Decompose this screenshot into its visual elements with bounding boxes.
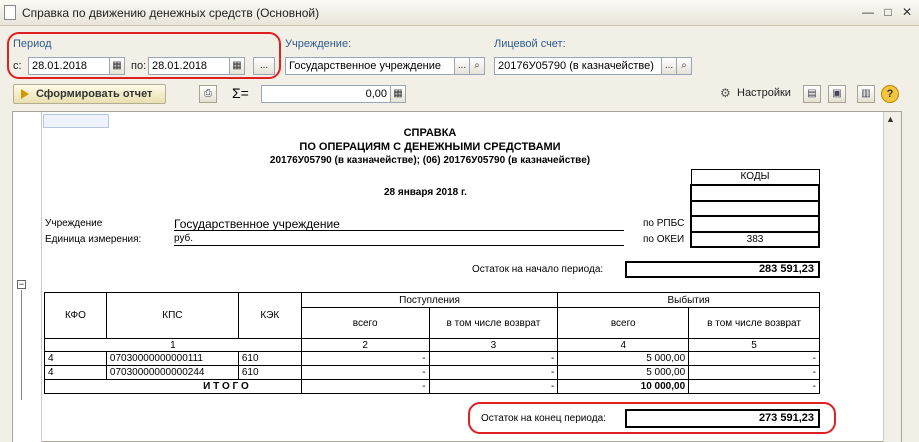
- rpbs-code-cell: [690, 214, 820, 233]
- search-icon[interactable]: ⌕: [469, 57, 485, 75]
- total-income-return: -: [428, 379, 559, 394]
- group-gutter: [13, 112, 42, 442]
- institution-field[interactable]: Государственное учреждение: [285, 57, 455, 75]
- date-from-field[interactable]: 28.01.2018: [28, 57, 110, 75]
- play-icon: [21, 89, 29, 99]
- start-balance-label: Остаток на начало периода:: [472, 264, 604, 275]
- header-kek: КЭК: [237, 292, 302, 339]
- search-icon[interactable]: ⌕: [676, 57, 692, 75]
- scroll-up-icon[interactable]: ▲: [886, 114, 895, 124]
- institution-select-button[interactable]: ...: [454, 57, 470, 75]
- group-line: [21, 290, 22, 400]
- cell-income-total: -: [300, 351, 430, 366]
- minimize-icon[interactable]: —: [860, 4, 876, 20]
- unit-caption: Единица измерения:: [45, 234, 142, 245]
- okei-code-cell: 383: [690, 230, 820, 248]
- column-number: 5: [688, 338, 820, 352]
- unit-value: руб.: [174, 233, 624, 246]
- cell-kps: 07030000000000244: [105, 365, 239, 380]
- cell-outgo-return: -: [688, 365, 820, 380]
- document-icon: [4, 5, 16, 20]
- end-balance-value: 273 591,23: [625, 409, 820, 428]
- account-field[interactable]: 20176У05790 (в казначействе): [494, 57, 662, 75]
- okei-caption: по ОКЕИ: [643, 234, 685, 245]
- table-row: 4 07030000000000111 610 - - 5 000,00 -: [44, 351, 820, 366]
- calendar-icon[interactable]: ▦: [109, 57, 125, 75]
- total-outgo-return: -: [688, 379, 820, 394]
- codes-header: КОДЫ: [690, 169, 820, 185]
- cell-kek: 610: [237, 351, 302, 366]
- column-number: 3: [428, 338, 559, 352]
- operations-table: КФО КПС КЭК Поступления Выбытия всего в …: [44, 292, 820, 394]
- maximize-icon[interactable]: □: [880, 4, 896, 20]
- help-icon[interactable]: ?: [881, 85, 899, 103]
- codes-cell: [690, 183, 820, 202]
- settings-icon[interactable]: ⚙: [720, 86, 731, 100]
- report-date: 28 января 2018 г.: [384, 187, 467, 198]
- calendar-icon[interactable]: ▦: [229, 57, 245, 75]
- column-number: 1: [44, 338, 302, 352]
- table-row: 4 07030000000000244 610 - - 5 000,00 -: [44, 365, 820, 380]
- column-number: 2: [300, 338, 430, 352]
- sum-field[interactable]: 0,00: [261, 85, 391, 103]
- generate-report-label: Сформировать отчет: [36, 88, 153, 100]
- cell-kfo: 4: [44, 365, 107, 380]
- institution-caption: Учреждение: [45, 218, 103, 229]
- folder-icon[interactable]: ▤: [803, 85, 821, 103]
- codes-table: КОДЫ 383: [690, 169, 820, 248]
- header-outgo: Выбытия: [557, 292, 820, 308]
- cell-outgo-return: -: [688, 351, 820, 366]
- codes-cell: [690, 199, 820, 217]
- settings-button[interactable]: Настройки: [737, 87, 791, 99]
- header-outgo-total: всего: [557, 307, 690, 339]
- institution-value: Государственное учреждение: [174, 217, 624, 231]
- account-label: Лицевой счет:: [494, 38, 566, 50]
- cell-income-return: -: [428, 365, 559, 380]
- header-income: Поступления: [300, 292, 559, 308]
- collapse-icon[interactable]: −: [17, 280, 26, 289]
- rpbs-caption: по РПБС: [643, 218, 685, 229]
- vertical-scrollbar[interactable]: [883, 112, 901, 442]
- report-accounts: 20176У05790 (в казначействе); (06) 20176…: [269, 155, 591, 166]
- cell-kps: 07030000000000111: [105, 351, 239, 366]
- date-to-field[interactable]: 28.01.2018: [148, 57, 230, 75]
- calculator-icon[interactable]: ▦: [390, 85, 406, 103]
- period-label: Период: [13, 38, 52, 50]
- report-title: СПРАВКА: [403, 127, 457, 139]
- cell-kek: 610: [237, 365, 302, 380]
- total-income-total: -: [300, 379, 430, 394]
- start-balance-value: 283 591,23: [625, 261, 820, 278]
- window-title: Справка по движению денежных средств (Ос…: [22, 6, 320, 20]
- end-balance-label: Остаток на конец периода:: [481, 413, 606, 424]
- report-subtitle: ПО ОПЕРАЦИЯМ С ДЕНЕЖНЫМИ СРЕДСТВАМИ: [299, 141, 561, 153]
- cell-outgo-total: 5 000,00: [557, 365, 690, 380]
- options-icon[interactable]: ▥: [857, 85, 875, 103]
- total-row: И Т О Г О - - 10 000,00 -: [44, 379, 820, 394]
- header-kps: КПС: [105, 292, 239, 339]
- from-label: с:: [13, 60, 22, 72]
- column-number: 4: [557, 338, 690, 352]
- period-select-button[interactable]: ...: [253, 57, 275, 75]
- sum-symbol: Σ=: [232, 85, 249, 101]
- to-label: по:: [131, 60, 147, 72]
- header-income-total: всего: [300, 307, 430, 339]
- cell-outgo-total: 5 000,00: [557, 351, 690, 366]
- total-outgo-total: 10 000,00: [557, 379, 690, 394]
- account-select-button[interactable]: ...: [661, 57, 677, 75]
- cell-kfo: 4: [44, 351, 107, 366]
- generate-report-button[interactable]: Сформировать отчет: [13, 84, 166, 104]
- save-settings-icon[interactable]: ▣: [828, 85, 846, 103]
- header-kfo: КФО: [44, 292, 107, 339]
- close-icon[interactable]: ✕: [899, 4, 915, 20]
- cell-income-return: -: [428, 351, 559, 366]
- header-outgo-return: в том числе возврат: [688, 307, 820, 339]
- institution-label: Учреждение:: [285, 38, 352, 50]
- total-label: И Т О Г О: [44, 379, 302, 394]
- cell-income-total: -: [300, 365, 430, 380]
- printer-icon[interactable]: ⎙: [199, 85, 217, 103]
- active-cell: [43, 114, 109, 128]
- header-income-return: в том числе возврат: [428, 307, 559, 339]
